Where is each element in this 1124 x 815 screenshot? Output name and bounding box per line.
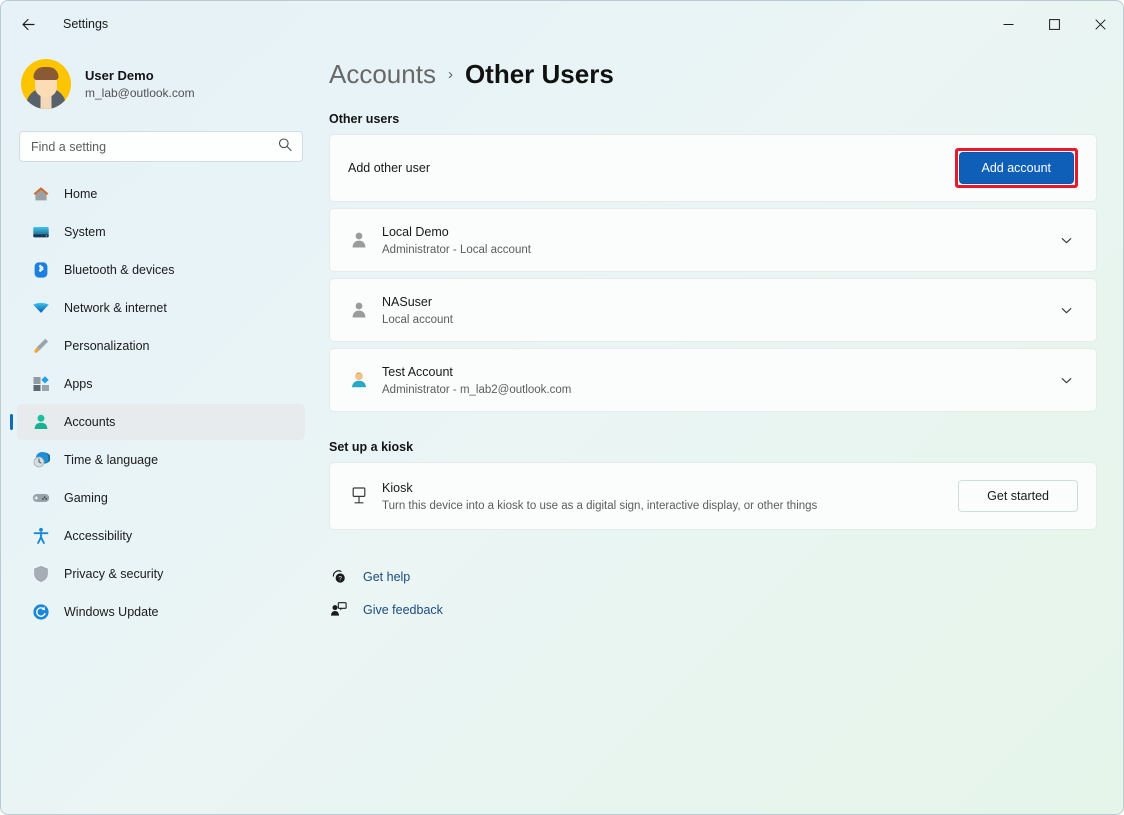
account-name: NASuser: [382, 294, 433, 309]
windows-update-icon: [32, 603, 50, 621]
sidebar-item-label: Gaming: [64, 491, 108, 505]
privacy-security-icon: [32, 565, 50, 583]
sidebar-item-apps[interactable]: Apps: [17, 366, 305, 402]
kiosk-icon: [348, 485, 382, 507]
maximize-button[interactable]: [1031, 1, 1077, 47]
sidebar-item-personalization[interactable]: Personalization: [17, 328, 305, 364]
system-icon: [32, 223, 50, 241]
sidebar-item-label: Bluetooth & devices: [64, 263, 175, 277]
sidebar-item-label: Network & internet: [64, 301, 167, 315]
chevron-down-icon[interactable]: [1054, 304, 1078, 317]
user-account-row[interactable]: NASuser Local account: [329, 278, 1097, 342]
sidebar-nav: Home System Bluetooth & devices Network …: [15, 176, 307, 630]
gaming-icon: [32, 489, 50, 507]
sidebar-item-label: Personalization: [64, 339, 150, 353]
bluetooth-icon: [32, 261, 50, 279]
title-bar: Settings: [1, 1, 1123, 47]
sidebar-item-privacy-security[interactable]: Privacy & security: [17, 556, 305, 592]
section-label-kiosk: Set up a kiosk: [329, 440, 414, 454]
settings-window: Settings User Demo m_lab@outlook.com Fin…: [0, 0, 1124, 815]
add-account-highlight: Add account: [954, 148, 1078, 188]
sidebar: User Demo m_lab@outlook.com Find a setti…: [1, 47, 321, 814]
sidebar-item-time-language[interactable]: Time & language: [17, 442, 305, 478]
sidebar-item-label: Accounts: [64, 415, 116, 429]
page-title: Other Users: [464, 59, 614, 89]
sidebar-item-label: Home: [64, 187, 98, 201]
search-input[interactable]: [20, 132, 302, 161]
get-help-link[interactable]: ? Get help: [329, 560, 410, 593]
account-detail: Administrator - m_lab2@outlook.com: [382, 383, 572, 396]
accounts-icon: [32, 413, 50, 431]
close-button[interactable]: [1077, 1, 1123, 47]
close-icon: [1094, 18, 1106, 30]
photo-user-icon: [348, 369, 382, 391]
breadcrumb-separator-icon: ›: [447, 66, 453, 83]
sidebar-item-label: Accessibility: [64, 529, 133, 543]
chevron-down-icon[interactable]: [1054, 374, 1078, 387]
minimize-button[interactable]: [985, 1, 1031, 47]
chevron-down-icon[interactable]: [1054, 234, 1078, 247]
breadcrumb-parent[interactable]: Accounts: [329, 59, 436, 90]
accessibility-icon: [32, 527, 50, 545]
add-other-user-card: Add other user Add account: [329, 134, 1097, 202]
add-other-user-label: Add other user: [348, 161, 430, 175]
kiosk-description: Turn this device into a kiosk to use as …: [382, 499, 818, 512]
sidebar-item-accounts[interactable]: Accounts: [17, 404, 305, 440]
window-controls: [985, 1, 1123, 47]
sidebar-item-gaming[interactable]: Gaming: [17, 480, 305, 516]
account-name: Local Demo: [382, 224, 449, 239]
user-account-row[interactable]: Test Account Administrator - m_lab2@outl…: [329, 348, 1097, 412]
sidebar-item-label: Time & language: [64, 453, 159, 467]
sidebar-item-network-internet[interactable]: Network & internet: [17, 290, 305, 326]
home-icon: [32, 185, 50, 203]
search-box[interactable]: [19, 131, 303, 162]
sidebar-item-label: Windows Update: [64, 605, 159, 619]
sidebar-item-accessibility[interactable]: Accessibility: [17, 518, 305, 554]
add-account-button[interactable]: Add account: [958, 152, 1074, 184]
time-language-icon: [32, 451, 50, 469]
svg-text:?: ?: [338, 576, 342, 583]
get-started-button[interactable]: Get started: [958, 480, 1078, 512]
sidebar-item-label: Privacy & security: [64, 567, 164, 581]
get-help-icon: ?: [329, 568, 347, 585]
get-help-label: Get help: [363, 569, 411, 584]
account-detail: Local account: [382, 313, 453, 326]
breadcrumb: Accounts › Other Users: [329, 47, 1097, 90]
sidebar-item-windows-update[interactable]: Windows Update: [17, 594, 305, 630]
sidebar-item-bluetooth-devices[interactable]: Bluetooth & devices: [17, 252, 305, 288]
give-feedback-label: Give feedback: [363, 602, 443, 617]
footer-links: ? Get help Give feedback: [329, 560, 1097, 626]
sidebar-item-label: System: [64, 225, 106, 239]
user-profile[interactable]: User Demo m_lab@outlook.com: [15, 47, 307, 123]
profile-email: m_lab@outlook.com: [85, 85, 195, 100]
account-detail: Administrator - Local account: [382, 243, 531, 256]
user-account-row[interactable]: Local Demo Administrator - Local account: [329, 208, 1097, 272]
minimize-icon: [1003, 23, 1013, 25]
account-name: Test Account: [382, 364, 453, 379]
sidebar-item-label: Apps: [64, 377, 93, 391]
kiosk-title: Kiosk: [382, 480, 413, 495]
sidebar-item-system[interactable]: System: [17, 214, 305, 250]
window-title: Settings: [63, 17, 109, 31]
back-arrow-icon: [21, 18, 35, 30]
apps-icon: [32, 375, 50, 393]
kiosk-card: Kiosk Turn this device into a kiosk to u…: [329, 462, 1097, 530]
personalization-icon: [32, 337, 50, 355]
back-button[interactable]: [11, 7, 45, 41]
sidebar-item-home[interactable]: Home: [17, 176, 305, 212]
give-feedback-link[interactable]: Give feedback: [329, 593, 443, 626]
main-content: Accounts › Other Users Other users Add o…: [321, 47, 1123, 814]
window-body: User Demo m_lab@outlook.com Find a setti…: [1, 47, 1123, 814]
give-feedback-icon: [329, 601, 347, 618]
avatar: [21, 59, 71, 109]
maximize-icon: [1048, 18, 1060, 30]
section-label-other-users: Other users: [329, 112, 400, 126]
generic-user-icon: [348, 229, 382, 251]
generic-user-icon: [348, 299, 382, 321]
profile-name: User Demo: [85, 67, 154, 83]
network-icon: [32, 299, 50, 317]
